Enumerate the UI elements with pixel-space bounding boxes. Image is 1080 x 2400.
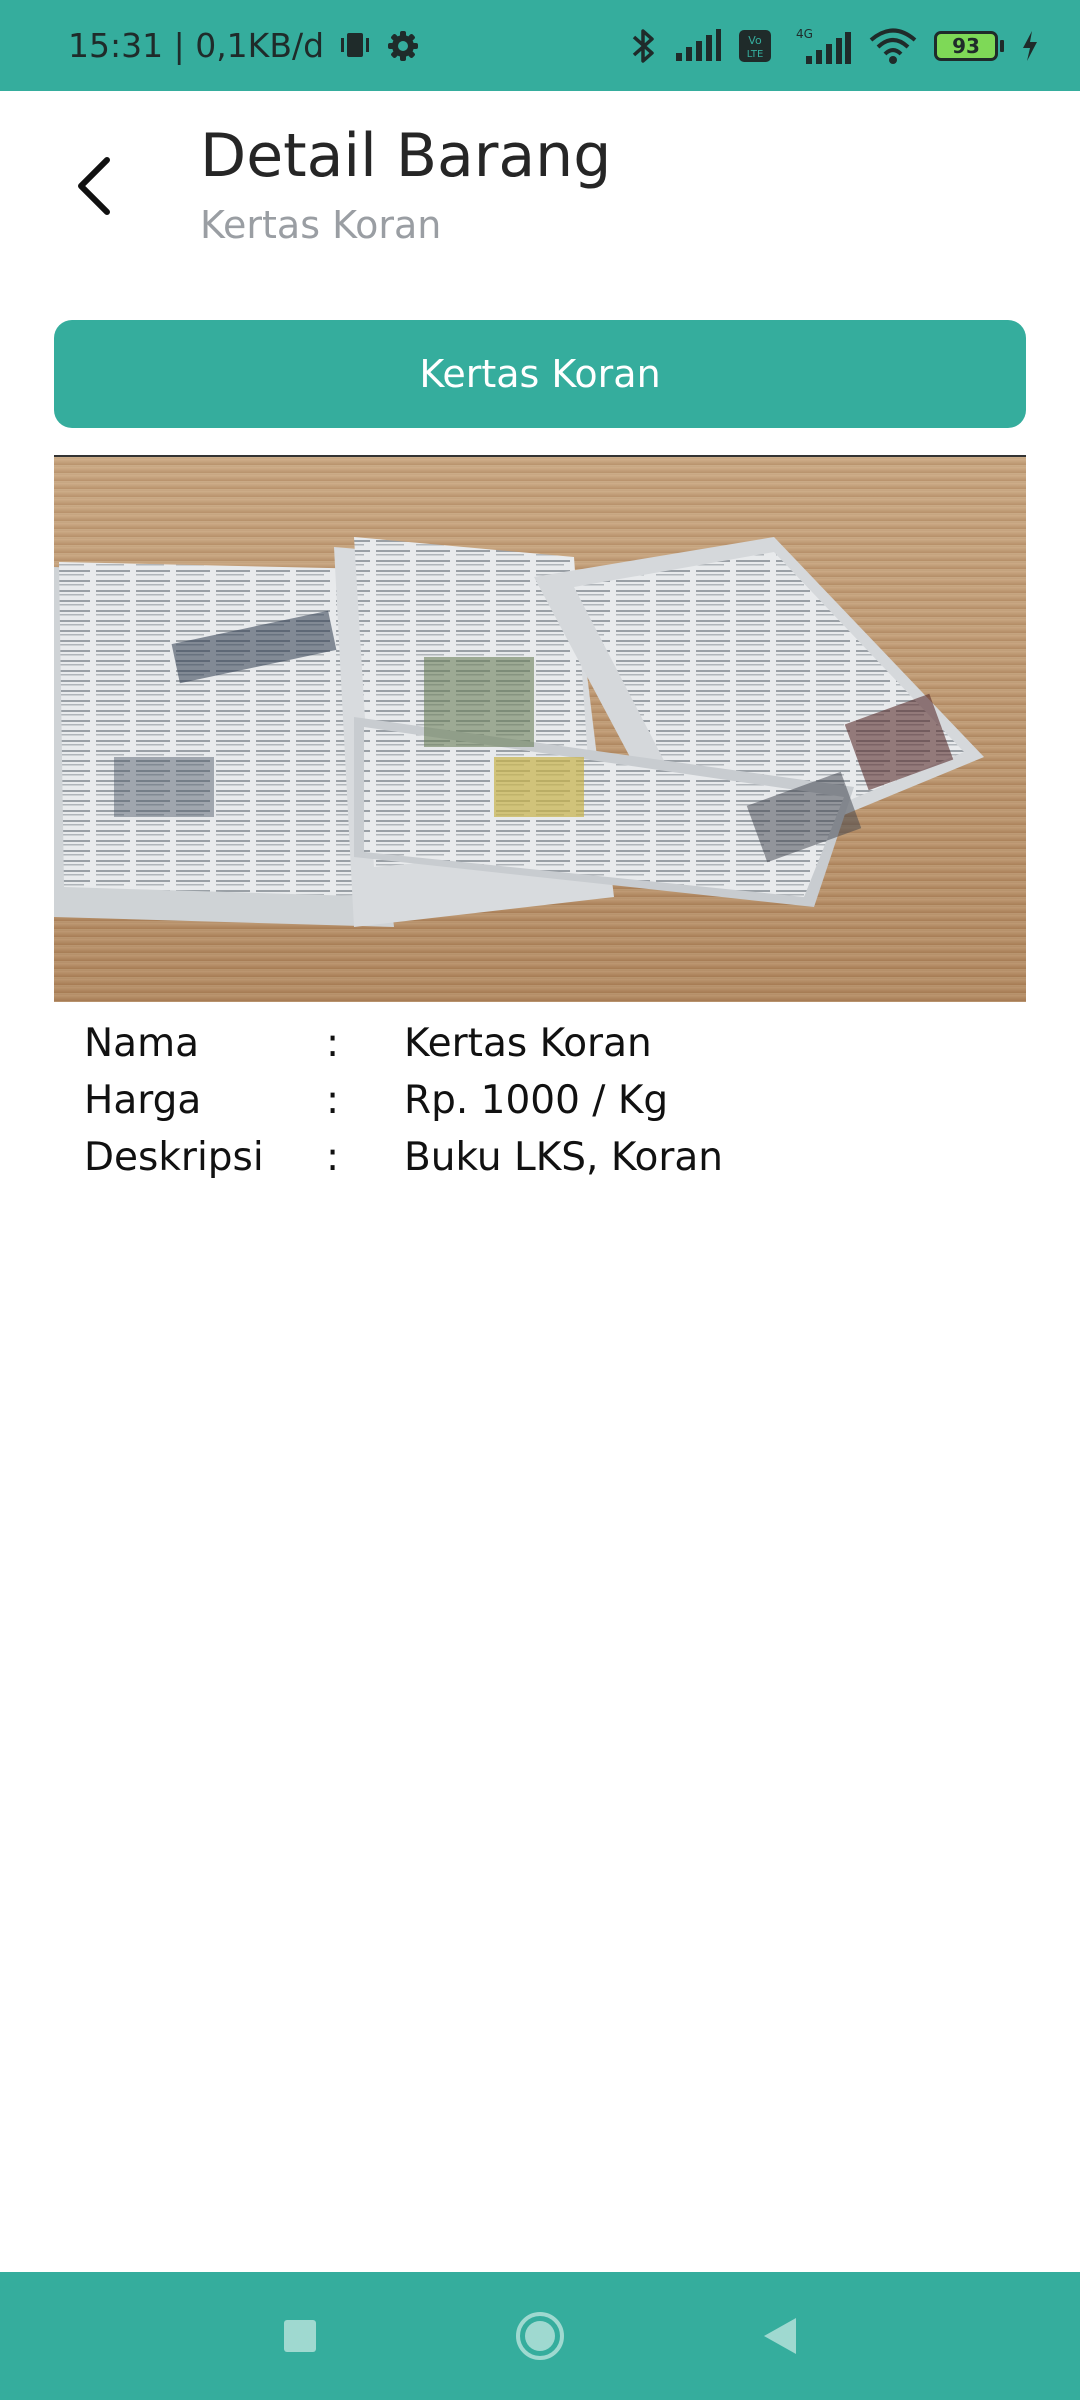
app-header: Detail Barang Kertas Koran bbox=[0, 91, 1080, 291]
newspaper-photo bbox=[54, 457, 1026, 1002]
wifi-icon bbox=[868, 27, 918, 65]
bluetooth-icon bbox=[628, 27, 658, 65]
battery-cap bbox=[1000, 39, 1004, 52]
detail-row-deskripsi: Deskripsi : Buku LKS, Koran bbox=[84, 1129, 723, 1186]
detail-separator: : bbox=[326, 1135, 340, 1180]
detail-value: Buku LKS, Koran bbox=[404, 1135, 723, 1180]
svg-text:Vo: Vo bbox=[748, 34, 762, 47]
battery-level: 93 bbox=[934, 30, 998, 61]
chevron-left-icon bbox=[78, 157, 110, 215]
back-button[interactable] bbox=[60, 151, 130, 221]
detail-label: Nama bbox=[84, 1021, 199, 1066]
detail-separator: : bbox=[326, 1021, 340, 1066]
settings-gear-icon bbox=[386, 29, 420, 63]
back-triangle-icon bbox=[764, 2318, 796, 2354]
svg-text:4G: 4G bbox=[796, 27, 813, 41]
product-details: Nama : Kertas Koran Harga : Rp. 1000 / K… bbox=[84, 1015, 723, 1186]
system-nav-bar bbox=[0, 2272, 1080, 2400]
status-time-speed: 15:31 | 0,1KB/d bbox=[68, 26, 325, 65]
detail-value: Rp. 1000 / Kg bbox=[404, 1078, 669, 1123]
svg-text:LTE: LTE bbox=[747, 49, 764, 60]
home-circle-icon bbox=[516, 2312, 564, 2360]
back-nav-button[interactable] bbox=[740, 2296, 820, 2376]
signal-icon bbox=[674, 28, 722, 63]
detail-row-harga: Harga : Rp. 1000 / Kg bbox=[84, 1072, 723, 1129]
detail-label: Harga bbox=[84, 1078, 202, 1123]
page-title: Detail Barang bbox=[200, 121, 612, 191]
status-left: 15:31 | 0,1KB/d bbox=[68, 26, 420, 65]
volte-icon: Vo LTE bbox=[738, 29, 772, 63]
detail-row-nama: Nama : Kertas Koran bbox=[84, 1015, 723, 1072]
recents-button[interactable] bbox=[260, 2296, 340, 2376]
detail-label: Deskripsi bbox=[84, 1135, 264, 1180]
status-bar: 15:31 | 0,1KB/d Vo LTE 4G 93 bbox=[0, 0, 1080, 91]
category-button-label: Kertas Koran bbox=[419, 352, 661, 396]
status-right: Vo LTE 4G 93 bbox=[628, 26, 1040, 66]
detail-separator: : bbox=[326, 1078, 340, 1123]
battery-icon: 93 bbox=[934, 30, 1004, 61]
product-image bbox=[54, 455, 1026, 1002]
page-subtitle: Kertas Koran bbox=[200, 203, 442, 247]
vibrate-icon bbox=[338, 29, 372, 63]
4g-signal-icon: 4G bbox=[788, 26, 852, 66]
recents-square-icon bbox=[284, 2320, 316, 2352]
charging-icon bbox=[1020, 29, 1040, 63]
category-button[interactable]: Kertas Koran bbox=[54, 320, 1026, 428]
detail-value: Kertas Koran bbox=[404, 1021, 652, 1066]
home-button[interactable] bbox=[500, 2296, 580, 2376]
